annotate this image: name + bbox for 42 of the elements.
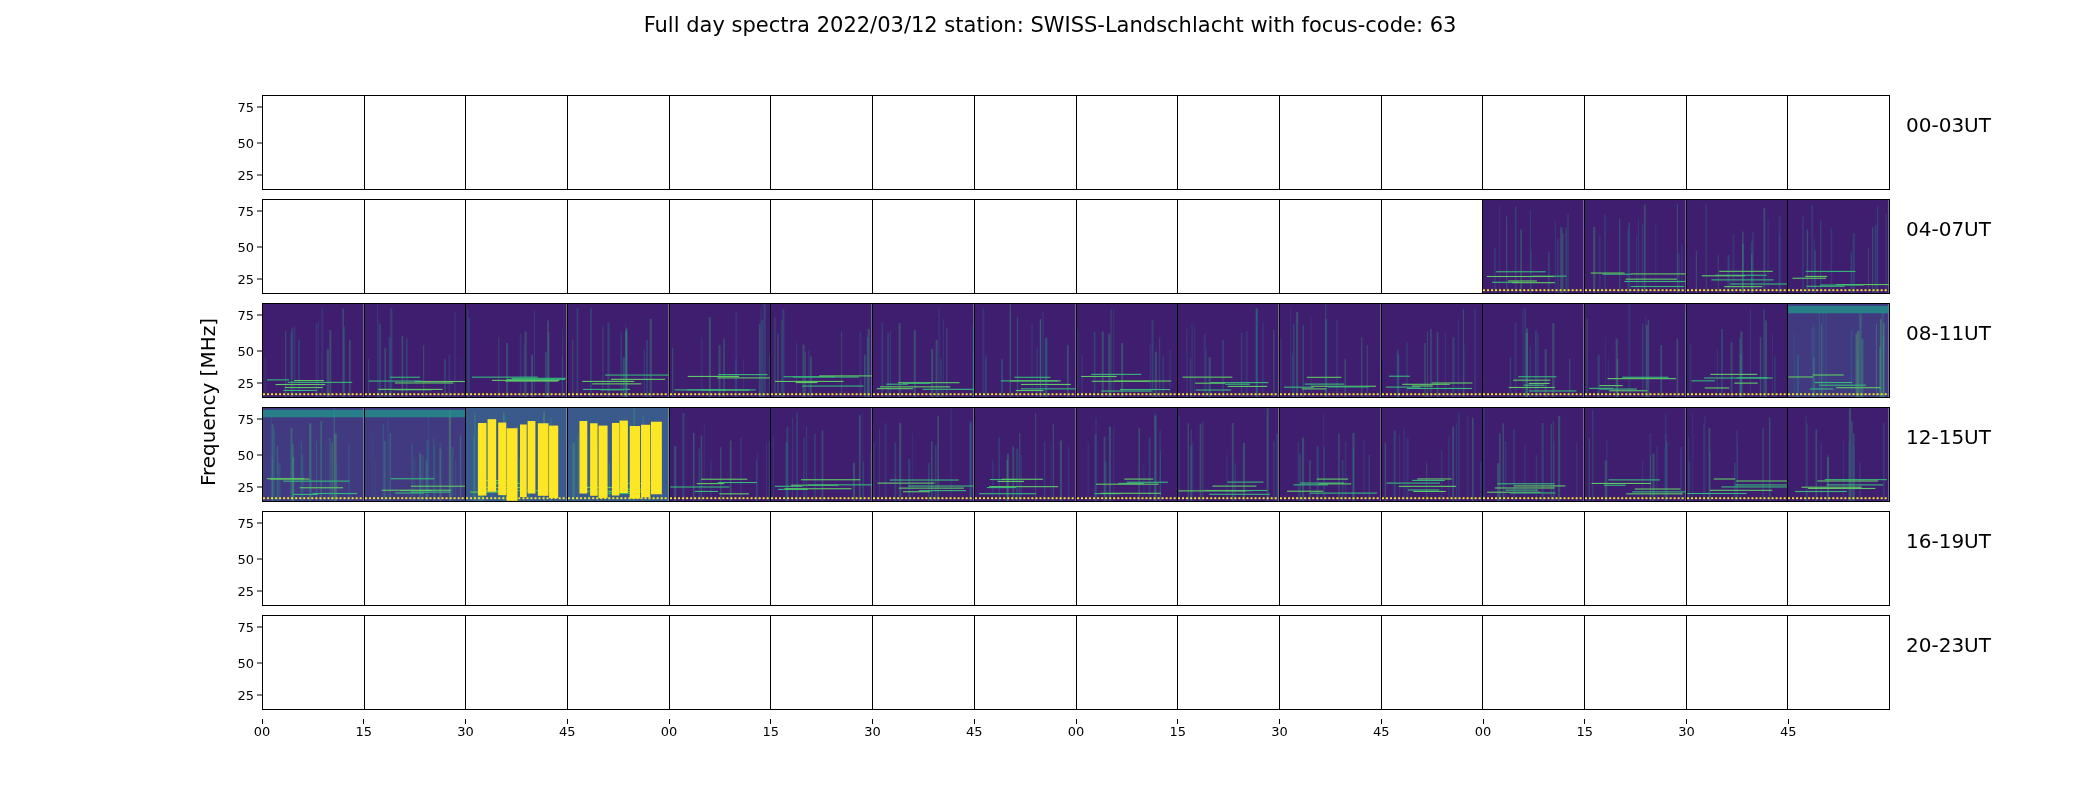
axis-tick-label: 15 xyxy=(355,724,372,739)
axis-title: Frequency [MHz] xyxy=(196,318,220,487)
axis-tick-label: 75 xyxy=(237,619,254,635)
axis-tick-label: 50 xyxy=(237,655,254,670)
row-label: 08-11UT xyxy=(1906,321,1991,345)
axis-tick-label: 00 xyxy=(1067,724,1085,739)
row-label: 12-15UT xyxy=(1906,425,1991,449)
row-label: 00-03UT xyxy=(1906,113,1991,137)
axis-tick-label: 15 xyxy=(1576,724,1593,739)
axis-tick-label: 75 xyxy=(237,411,254,427)
row-label: 16-19UT xyxy=(1906,529,1991,553)
axis-tick-label: 45 xyxy=(965,724,983,739)
axis-tick-label: 15 xyxy=(1169,724,1186,739)
axis-tick-label: 30 xyxy=(1271,724,1288,739)
axis-tick-label: 30 xyxy=(457,724,474,739)
axis-tick-label: 30 xyxy=(864,724,881,739)
axis-tick-label: 15 xyxy=(762,724,779,739)
axis-tick-label: 50 xyxy=(237,239,254,254)
axis-tick-label: 25 xyxy=(237,167,254,183)
axis-tick-label: 25 xyxy=(237,583,254,599)
axis-tick-label: 45 xyxy=(558,724,576,739)
axis-tick-label: 30 xyxy=(1678,724,1695,739)
axis-tick-label: 25 xyxy=(237,271,254,287)
axis-tick-label: 25 xyxy=(237,375,254,391)
axis-tick-label: 00 xyxy=(1474,724,1492,739)
row-label: 20-23UT xyxy=(1906,633,1991,657)
axis-tick-label: 25 xyxy=(237,687,254,703)
axis-tick-label: 45 xyxy=(1372,724,1390,739)
axis-tick-label: 75 xyxy=(237,515,254,531)
axis-tick-label: 75 xyxy=(237,203,254,219)
axis-tick-label: 75 xyxy=(237,99,254,115)
row-label: 04-07UT xyxy=(1906,217,1991,241)
axis-tick-label: 45 xyxy=(1779,724,1797,739)
axis-tick-label: 50 xyxy=(237,343,254,358)
axis-tick-label: 25 xyxy=(237,479,254,495)
chart-title: Full day spectra 2022/03/12 station: SWISS-Landschlacht with focus-code: 63 xyxy=(643,12,1457,39)
axis-tick-label: 50 xyxy=(237,135,254,150)
axis-tick-label: 50 xyxy=(237,447,254,462)
axis-tick-label: 00 xyxy=(660,724,678,739)
axis-tick-label: 50 xyxy=(237,551,254,566)
axis-tick-label: 75 xyxy=(237,307,254,323)
axis-tick-label: 00 xyxy=(253,724,271,739)
